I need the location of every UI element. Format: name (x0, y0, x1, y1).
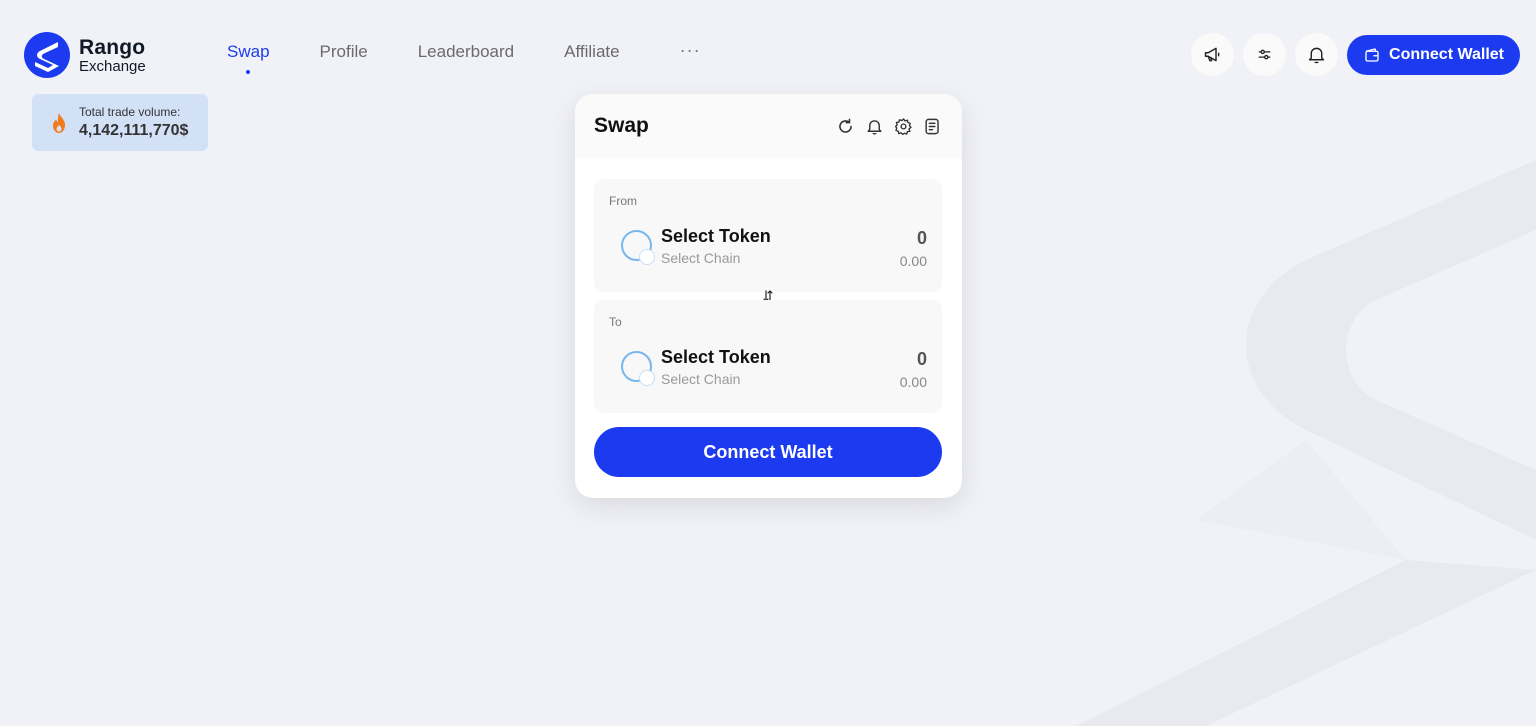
nav-item-leaderboard[interactable]: Leaderboard (418, 42, 514, 62)
header-actions: Connect Wallet (1191, 33, 1520, 76)
nav-more-button[interactable]: ··· (680, 40, 701, 61)
logo-subtitle: Exchange (79, 57, 146, 75)
swap-card-header: Swap (575, 94, 962, 158)
from-token-selector[interactable]: Select Token Select Chain (621, 226, 771, 266)
announcements-button[interactable] (1191, 33, 1234, 76)
trade-volume-label: Total trade volume: (79, 105, 181, 119)
to-panel: To Select Token Select Chain 0 0.00 (594, 300, 942, 413)
rango-logo[interactable]: Rango Exchange (24, 32, 146, 78)
rango-logo-icon (24, 32, 70, 78)
to-label: To (609, 315, 622, 329)
to-token-selector[interactable]: Select Token Select Chain (621, 347, 771, 387)
notifications-button[interactable] (1295, 33, 1338, 76)
main-nav: Swap Profile Leaderboard Affiliate ··· (227, 40, 701, 74)
gear-icon (894, 117, 912, 135)
flame-icon (53, 112, 65, 133)
megaphone-icon (1204, 47, 1220, 62)
total-trade-volume-badge: Total trade volume: 4,142,111,770$ (32, 94, 208, 151)
logo-name: Rango (79, 35, 146, 59)
nav-item-profile[interactable]: Profile (320, 42, 368, 62)
token-placeholder-icon (621, 351, 655, 386)
from-amount-value: 0 (916, 228, 927, 248)
connect-wallet-header-label: Connect Wallet (1389, 45, 1504, 63)
settings-button[interactable] (894, 117, 913, 136)
connect-wallet-header-button[interactable]: Connect Wallet (1347, 34, 1520, 75)
from-label: From (609, 194, 637, 208)
from-token-name: Select Token (661, 226, 771, 246)
page: Rango Exchange Swap Profile Leaderboard … (0, 0, 1536, 726)
to-token-name: Select Token (661, 347, 771, 367)
settings-sliders-button[interactable] (1243, 33, 1286, 76)
wallet-icon (1365, 47, 1379, 62)
swap-notifications-button[interactable] (865, 117, 884, 136)
to-chain-name: Select Chain (661, 371, 741, 387)
nav-item-swap[interactable]: Swap (227, 42, 270, 74)
to-amount: 0 0.00 (900, 349, 927, 390)
from-panel: From Select Token Select Chain 0 0.00 (594, 179, 942, 292)
from-chain-name: Select Chain (661, 250, 741, 266)
history-button[interactable] (923, 117, 942, 136)
refresh-button[interactable] (836, 117, 855, 136)
swap-title: Swap (594, 114, 649, 137)
bell-icon (867, 119, 882, 135)
refresh-icon (839, 118, 852, 133)
from-amount-usd: 0.00 (899, 253, 927, 269)
history-icon (925, 118, 939, 134)
token-placeholder-icon (621, 230, 655, 265)
swap-tools (836, 117, 942, 136)
settings-sliders-icon (1258, 49, 1271, 60)
trade-volume-value: 4,142,111,770$ (79, 122, 189, 139)
connect-wallet-button[interactable]: Connect Wallet (594, 427, 942, 477)
nav-item-affiliate[interactable]: Affiliate (564, 42, 619, 62)
bell-icon (1308, 47, 1325, 64)
swap-card: Swap From Select Token Select Chain 0 0.… (575, 94, 962, 498)
background-logo-watermark (1076, 160, 1536, 726)
from-amount[interactable]: 0 0.00 (900, 228, 927, 269)
to-amount-value: 0 (916, 349, 927, 369)
to-amount-usd: 0.00 (899, 374, 927, 390)
